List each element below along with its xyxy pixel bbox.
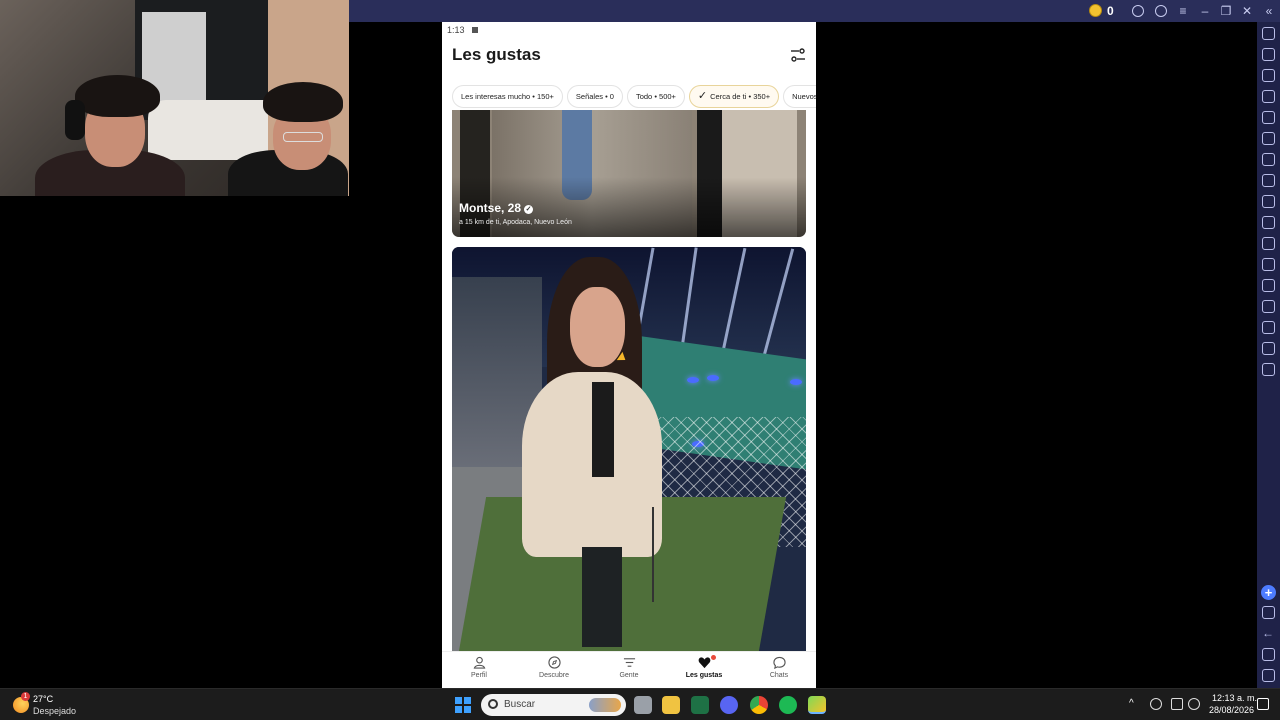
sync-icon[interactable] — [1262, 132, 1275, 145]
location-icon[interactable] — [1262, 321, 1275, 334]
nav-label: Gente — [619, 672, 639, 679]
chat-icon — [772, 656, 786, 669]
clock-time[interactable]: 12:13 a. m. — [1212, 693, 1257, 703]
search-placeholder: Buscar — [504, 699, 536, 710]
back-icon[interactable]: ← — [1262, 627, 1275, 640]
recent-apps-icon[interactable] — [1262, 669, 1275, 682]
compass-icon — [547, 656, 561, 669]
nav-descubre[interactable]: Descubre — [517, 652, 591, 688]
eco-mode-icon[interactable] — [1262, 300, 1275, 313]
windows-taskbar: 1 27°C Despejado Buscar ^ 12:13 a. m. 28… — [0, 688, 1280, 720]
profile-location: a 15 km de ti, Apodaca, Nuevo León — [459, 219, 572, 226]
heart-icon — [698, 657, 710, 669]
webcam-overlay — [0, 0, 349, 196]
close-icon[interactable]: ✕ — [1239, 3, 1255, 19]
search-icon — [488, 699, 498, 709]
excel-icon[interactable] — [691, 696, 709, 714]
screenshot-icon[interactable] — [1262, 195, 1275, 208]
microphone-icon[interactable] — [1150, 698, 1162, 710]
chrome-icon[interactable] — [750, 696, 768, 714]
restore-icon[interactable]: ❐ — [1218, 3, 1234, 19]
webcam-person-right — [228, 80, 349, 196]
multi-instance-icon[interactable] — [1262, 279, 1275, 292]
page-title: Les gustas — [452, 45, 541, 64]
layers-icon[interactable] — [1262, 342, 1275, 355]
profile-card[interactable] — [452, 247, 806, 651]
add-icon[interactable]: + — [1261, 585, 1276, 600]
webcam-person-left — [35, 70, 185, 196]
chip-cerca-de-ti-label: Cerca de ti • 350+ — [710, 92, 771, 101]
nav-gente[interactable]: Gente — [592, 652, 666, 688]
people-icon — [623, 658, 635, 667]
chip-senales[interactable]: Señales • 0 — [566, 85, 623, 108]
settings-icon[interactable] — [1262, 606, 1275, 619]
photo-light — [687, 377, 699, 383]
weather-temperature[interactable]: 27°C — [33, 694, 53, 704]
minimize-icon[interactable]: – — [1197, 3, 1213, 19]
coin-count: 0 — [1107, 4, 1114, 18]
check-icon: ✓ — [697, 90, 708, 102]
volume-icon[interactable] — [1262, 48, 1275, 61]
chip-nuevos[interactable]: Nuevos • — [783, 85, 816, 108]
chip-todo[interactable]: Todo • 500+ — [626, 85, 685, 108]
nav-label: Les gustas — [685, 672, 723, 679]
menu-icon[interactable]: ≡ — [1175, 3, 1191, 19]
phone-screen: 1:13 Les gustas Les interesas mucho • 15… — [442, 22, 816, 688]
nav-perfil[interactable]: Perfil — [442, 652, 516, 688]
macro-icon[interactable] — [1262, 153, 1275, 166]
media-folder-icon[interactable] — [1262, 237, 1275, 250]
profile-name: Montse, 28 ✓ — [459, 201, 534, 215]
taskbar-search[interactable]: Buscar — [481, 694, 626, 716]
emulator-sidebar: + ← — [1257, 22, 1280, 688]
chip-les-interesas-mucho[interactable]: Les interesas mucho • 150+ — [452, 85, 563, 108]
profile-icon — [473, 656, 485, 669]
notifications-icon[interactable] — [1257, 698, 1269, 710]
coin-icon — [1089, 4, 1102, 17]
discord-icon[interactable] — [720, 696, 738, 714]
keyboard-icon[interactable] — [1262, 90, 1275, 103]
photo-light — [790, 379, 802, 385]
bottom-nav: Perfil Descubre Gente Les gustas Chats — [442, 651, 816, 688]
emulator-title-bar: 0 ≡ – ❐ ✕ « — [349, 0, 1280, 22]
nav-label: Chats — [769, 672, 789, 679]
photo-light — [707, 375, 719, 381]
rotate-icon[interactable] — [1262, 111, 1275, 124]
filter-chips: Les interesas mucho • 150+ Señales • 0 Tod… — [452, 85, 816, 109]
collapse-sidebar-icon[interactable]: « — [1261, 3, 1277, 19]
network-icon[interactable] — [1171, 698, 1183, 710]
file-explorer-icon[interactable] — [662, 696, 680, 714]
nav-les-gustas[interactable]: Les gustas — [667, 652, 741, 688]
windows-start-icon[interactable] — [455, 697, 471, 713]
task-view-icon[interactable] — [634, 696, 652, 714]
airplane-mode-icon[interactable] — [1262, 258, 1275, 271]
spotify-icon[interactable] — [779, 696, 797, 714]
record-icon[interactable] — [1262, 216, 1275, 229]
fullscreen-icon[interactable] — [1262, 27, 1275, 40]
status-bar-time: 1:13 — [447, 25, 465, 35]
refresh-icon[interactable] — [1262, 363, 1275, 376]
performance-icon[interactable] — [1262, 174, 1275, 187]
search-highlight-icon — [589, 698, 621, 712]
filter-icon[interactable] — [790, 48, 806, 62]
bluestacks-icon[interactable] — [808, 696, 826, 714]
tray-expand-icon[interactable]: ^ — [1129, 698, 1134, 709]
chip-cerca-de-ti[interactable]: ✓ Cerca de ti • 350+ — [688, 85, 780, 108]
account-icon[interactable] — [1132, 5, 1144, 17]
help-icon[interactable] — [1155, 5, 1167, 17]
nav-chats[interactable]: Chats — [742, 652, 816, 688]
keymapping-icon[interactable] — [1262, 69, 1275, 82]
weather-description[interactable]: Despejado — [33, 706, 76, 716]
home-icon[interactable] — [1262, 648, 1275, 661]
notification-icon — [472, 27, 478, 33]
clock-date[interactable]: 28/08/2026 — [1209, 705, 1254, 715]
profile-name-text: Montse, 28 — [459, 201, 522, 215]
verified-icon: ✓ — [524, 205, 534, 214]
weather-badge: 1 — [21, 692, 30, 701]
speaker-icon[interactable] — [1188, 698, 1200, 710]
nav-label: Descubre — [539, 672, 569, 679]
nav-label: Perfil — [471, 672, 487, 679]
notification-dot — [711, 655, 716, 660]
profile-card[interactable]: Montse, 28 ✓ a 15 km de ti, Apodaca, Nuev… — [452, 110, 806, 237]
